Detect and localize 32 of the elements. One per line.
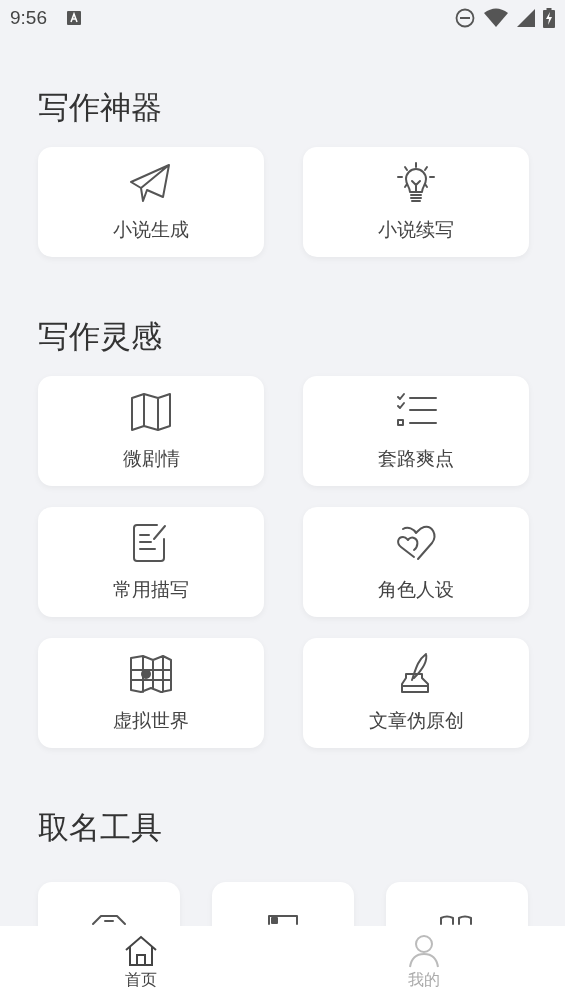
tool-card[interactable]: 虚拟世界 <box>38 638 264 748</box>
tool-card[interactable]: 套路爽点 <box>303 376 529 486</box>
card-label: 角色人设 <box>378 577 454 601</box>
section-title: 写作灵感 <box>38 317 163 356</box>
card-label: 文章伪原创 <box>368 708 464 732</box>
nav-tab[interactable]: 首页 <box>0 926 283 1004</box>
map-icon <box>129 390 173 434</box>
card-label: 微剧情 <box>122 446 180 470</box>
card-label: 虚拟世界 <box>113 708 189 732</box>
map-pin-icon <box>129 652 173 696</box>
tool-card[interactable]: 微剧情 <box>38 376 264 486</box>
tool-card[interactable]: 小说生成 <box>38 147 264 257</box>
section-title: 写作神器 <box>38 88 163 127</box>
wifi-icon <box>483 8 509 28</box>
lightbulb-icon <box>394 161 438 205</box>
paper-plane-icon <box>129 161 173 205</box>
person-icon <box>406 934 441 968</box>
do-not-disturb-icon <box>455 8 475 28</box>
card-label: 小说生成 <box>113 217 189 241</box>
tool-card[interactable]: 角色人设 <box>303 507 529 617</box>
section-title: 取名工具 <box>38 808 163 847</box>
card-label: 套路爽点 <box>378 446 454 470</box>
tool-card[interactable]: 文章伪原创 <box>303 638 529 748</box>
status-time: 9:56 <box>10 7 47 29</box>
home-icon <box>124 934 159 968</box>
tool-card[interactable]: 小说续写 <box>303 147 529 257</box>
battery-icon <box>543 8 555 28</box>
card-label: 常用描写 <box>113 577 189 601</box>
tool-card[interactable]: 常用描写 <box>38 507 264 617</box>
keyboard-icon <box>67 11 81 25</box>
card-label: 小说续写 <box>378 217 454 241</box>
signal-icon <box>517 9 535 27</box>
